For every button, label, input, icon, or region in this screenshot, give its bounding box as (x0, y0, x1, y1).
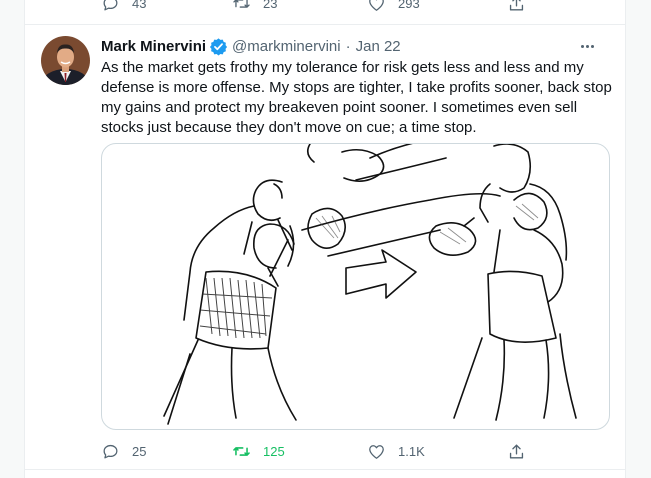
author-handle[interactable]: @markminervini (232, 38, 341, 55)
like-button[interactable]: 1.1K (367, 442, 425, 461)
reply-button[interactable]: 25 (101, 442, 146, 461)
verified-badge-icon (209, 37, 228, 56)
reply-count: 43 (132, 0, 147, 11)
share-icon (509, 0, 524, 11)
tweet-image-boxing-illustration[interactable] (101, 143, 610, 430)
retweet-count: 23 (263, 0, 278, 11)
retweet-icon (233, 0, 250, 8)
header-separator: · (345, 37, 351, 55)
like-button[interactable]: 293 (367, 0, 420, 13)
reply-button[interactable]: 43 (101, 0, 146, 13)
tweet-article[interactable]: Mark Minervini @markminervini · Jan 22 A… (25, 25, 625, 469)
like-icon (369, 445, 384, 459)
share-button[interactable] (507, 442, 526, 461)
like-count: 1.1K (398, 444, 425, 459)
more-icon[interactable] (577, 39, 597, 53)
tweet-text: As the market gets frothy my tolerance f… (101, 59, 612, 136)
like-icon (369, 0, 384, 11)
retweet-button[interactable]: 23 (232, 0, 277, 13)
author-name[interactable]: Mark Minervini (101, 38, 206, 55)
previous-tweet-action-bar: 43 23 293 (25, 0, 625, 25)
like-count: 293 (398, 0, 420, 11)
retweet-count: 125 (263, 444, 285, 459)
retweet-button[interactable]: 125 (232, 442, 285, 461)
timeline-column: 43 23 293 Mark Minervini @markminervini … (24, 0, 626, 478)
tweet-date[interactable]: Jan 22 (356, 38, 401, 55)
reply-icon (103, 444, 118, 459)
reply-count: 25 (132, 444, 147, 459)
share-icon (509, 444, 524, 459)
avatar[interactable] (41, 36, 90, 85)
reply-icon (103, 0, 118, 11)
share-button[interactable] (507, 0, 526, 13)
tweet-divider (25, 469, 625, 470)
retweet-icon (233, 447, 250, 456)
tweet-header: Mark Minervini @markminervini · Jan 22 (101, 36, 611, 56)
